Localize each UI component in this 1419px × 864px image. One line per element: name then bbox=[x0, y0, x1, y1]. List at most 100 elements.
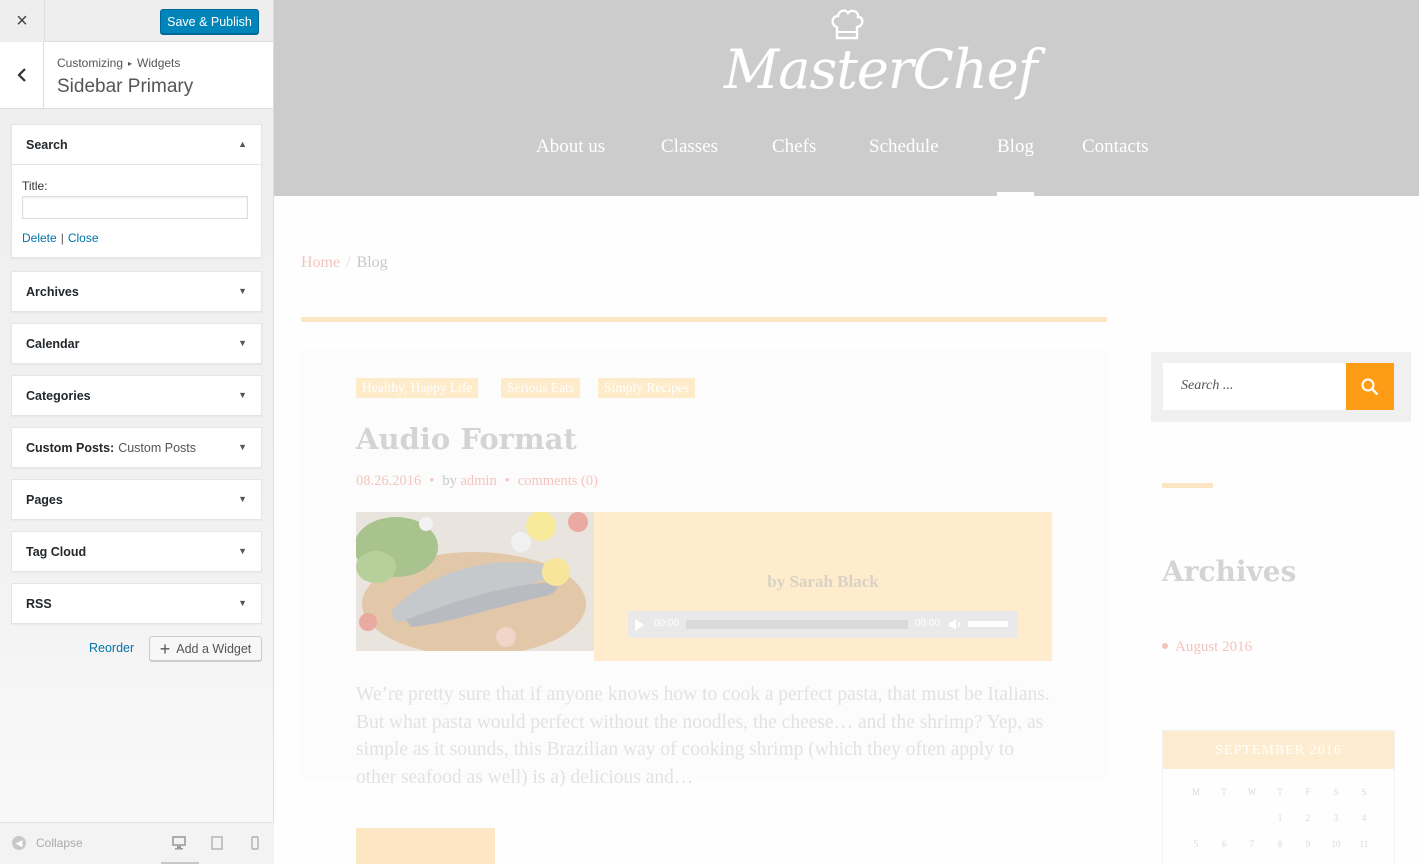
active-nav-indicator bbox=[997, 192, 1034, 196]
chevron-down-icon[interactable]: ▼ bbox=[238, 390, 247, 400]
audio-player: 00:00 00:00 bbox=[628, 611, 1018, 638]
nav-item-schedule[interactable]: Schedule bbox=[869, 136, 939, 158]
back-icon[interactable] bbox=[0, 42, 44, 108]
post-title[interactable]: Audio Format bbox=[356, 422, 577, 456]
close-icon[interactable]: × bbox=[0, 0, 45, 42]
search-input[interactable]: Search ... bbox=[1163, 363, 1347, 410]
breadcrumb-current: Blog bbox=[356, 254, 388, 271]
widget-archives[interactable]: Archives ▼ bbox=[11, 271, 262, 312]
close-link[interactable]: Close bbox=[68, 231, 99, 245]
collapse-button[interactable]: ◀ Collapse bbox=[12, 836, 83, 850]
archive-item[interactable]: August 2016 bbox=[1162, 639, 1252, 656]
widget-custom-posts[interactable]: Custom Posts: Custom Posts ▼ bbox=[11, 427, 262, 468]
archives-title: Archives bbox=[1162, 555, 1297, 588]
widget-title: Calendar bbox=[26, 336, 80, 351]
post-tag[interactable]: Serious Eats bbox=[501, 378, 581, 398]
widget-search-header[interactable]: Search ▲ bbox=[12, 125, 261, 164]
search-button[interactable] bbox=[1346, 363, 1394, 410]
widget-title: Pages bbox=[26, 492, 63, 507]
tablet-preview-icon[interactable] bbox=[210, 836, 224, 850]
widget-rss[interactable]: RSS ▼ bbox=[11, 583, 262, 624]
collapse-label: Collapse bbox=[36, 836, 83, 850]
volume-icon[interactable] bbox=[948, 618, 961, 631]
nav-item-about[interactable]: About us bbox=[536, 136, 605, 158]
post-date[interactable]: 08.26.2016 bbox=[356, 473, 421, 489]
weekday: S bbox=[1361, 787, 1367, 797]
calendar-weekdays: M T W T F S S bbox=[1163, 787, 1396, 801]
customizer-panel: × Save & Publish Customizing ▸ Widgets Sid… bbox=[0, 0, 274, 864]
calendar-day[interactable]: 3 bbox=[1326, 813, 1346, 823]
play-icon[interactable] bbox=[635, 619, 644, 631]
section-header: Customizing ▸ Widgets Sidebar Primary bbox=[0, 42, 273, 109]
nav-item-chefs[interactable]: Chefs bbox=[772, 136, 816, 158]
site-logo[interactable]: MasterChef bbox=[724, 38, 1038, 101]
chevron-down-icon[interactable]: ▼ bbox=[238, 286, 247, 296]
desktop-preview-icon[interactable] bbox=[172, 836, 186, 850]
chevron-down-icon[interactable]: ▼ bbox=[238, 598, 247, 608]
widget-title: Custom Posts: bbox=[26, 440, 115, 455]
breadcrumb-home[interactable]: Home bbox=[301, 254, 340, 271]
customizer-footer: ◀ Collapse bbox=[0, 822, 274, 864]
add-widget-button[interactable]: + Add a Widget bbox=[149, 636, 262, 661]
calendar-day[interactable]: 1 bbox=[1270, 813, 1290, 823]
post-tag[interactable]: Simply Recipes bbox=[598, 378, 696, 398]
widget-categories[interactable]: Categories ▼ bbox=[11, 375, 262, 416]
breadcrumb-separator: / bbox=[346, 254, 351, 271]
post-by: by bbox=[442, 473, 457, 489]
calendar-day[interactable]: 11 bbox=[1354, 839, 1374, 849]
weekday: T bbox=[1221, 787, 1227, 797]
widget-tag-cloud[interactable]: Tag Cloud ▼ bbox=[11, 531, 262, 572]
calendar-day[interactable]: 10 bbox=[1326, 839, 1346, 849]
widget-calendar[interactable]: Calendar ▼ bbox=[11, 323, 262, 364]
save-publish-button[interactable]: Save & Publish bbox=[160, 9, 259, 34]
widget-title: Archives bbox=[26, 284, 79, 299]
chevron-down-icon[interactable]: ▼ bbox=[238, 442, 247, 452]
post-comments[interactable]: comments (0) bbox=[518, 473, 598, 489]
chevron-down-icon[interactable]: ▼ bbox=[238, 546, 247, 556]
read-more-button[interactable] bbox=[356, 828, 495, 864]
title-input[interactable] bbox=[22, 196, 248, 219]
weekday: M bbox=[1191, 787, 1200, 797]
chevron-down-icon[interactable]: ▼ bbox=[238, 338, 247, 348]
chevron-up-icon[interactable]: ▲ bbox=[238, 139, 247, 149]
post-thumbnail bbox=[356, 512, 594, 651]
chevron-down-icon[interactable]: ▼ bbox=[238, 494, 247, 504]
weekday: W bbox=[1247, 787, 1257, 797]
widget-title: RSS bbox=[26, 596, 52, 611]
volume-slider[interactable] bbox=[968, 621, 1008, 627]
title-label: Title: bbox=[22, 179, 48, 193]
nav-item-classes[interactable]: Classes bbox=[661, 136, 718, 158]
calendar-day[interactable]: 7 bbox=[1242, 839, 1262, 849]
breadcrumb-current: Widgets bbox=[137, 56, 181, 70]
calendar-day[interactable]: 8 bbox=[1270, 839, 1290, 849]
search-icon bbox=[1361, 378, 1379, 395]
post-meta: 08.26.2016 • by admin • comments (0) bbox=[356, 473, 598, 489]
breadcrumb: Home / Blog bbox=[301, 254, 388, 272]
widget-pages[interactable]: Pages ▼ bbox=[11, 479, 262, 520]
calendar-day[interactable]: 2 bbox=[1298, 813, 1318, 823]
nav-item-blog[interactable]: Blog bbox=[997, 136, 1034, 158]
widget-title: Categories bbox=[26, 388, 91, 403]
post-author[interactable]: admin bbox=[460, 473, 496, 489]
breadcrumb-parent: Customizing bbox=[57, 56, 124, 70]
breadcrumb-separator: ▸ bbox=[128, 59, 133, 68]
calendar-day[interactable]: 9 bbox=[1298, 839, 1318, 849]
nav-item-contacts[interactable]: Contacts bbox=[1082, 136, 1149, 158]
seek-bar[interactable] bbox=[686, 620, 908, 629]
plus-icon: + bbox=[159, 638, 171, 659]
widget-subtitle: Custom Posts bbox=[118, 440, 197, 455]
calendar-title: SEPTEMBER 2016 bbox=[1163, 731, 1394, 769]
widget-search: Search ▲ Title: Delete | Close bbox=[11, 124, 262, 258]
calendar-day[interactable]: 4 bbox=[1354, 813, 1374, 823]
divider bbox=[301, 317, 1107, 322]
breadcrumb: Customizing ▸ Widgets bbox=[57, 56, 180, 70]
calendar-day[interactable]: 5 bbox=[1186, 839, 1206, 849]
weekday: F bbox=[1305, 787, 1311, 797]
site-preview: MasterChef About us Classes Chefs Schedu… bbox=[274, 0, 1419, 864]
mobile-preview-icon[interactable] bbox=[248, 836, 262, 850]
reorder-link[interactable]: Reorder bbox=[89, 641, 134, 655]
calendar-week: 1 2 3 4 bbox=[1163, 813, 1396, 827]
post-tag[interactable]: Healthy, Happy Life bbox=[356, 378, 479, 398]
delete-link[interactable]: Delete bbox=[22, 231, 57, 245]
calendar-day[interactable]: 6 bbox=[1214, 839, 1234, 849]
